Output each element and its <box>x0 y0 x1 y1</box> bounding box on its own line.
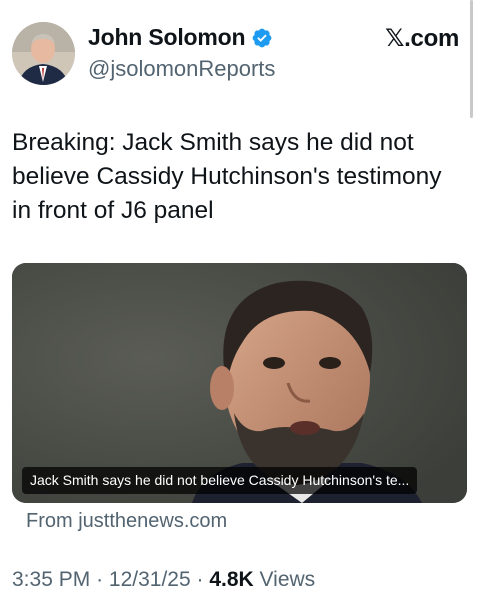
scrollbar[interactable] <box>470 0 473 118</box>
tweet-text: Breaking: Jack Smith says he did not bel… <box>12 129 442 224</box>
meta-separator: · <box>196 568 204 591</box>
tweet-date[interactable]: 12/31/25 <box>109 568 191 591</box>
link-card[interactable]: Jack Smith says he did not believe Cassi… <box>12 263 467 503</box>
meta-separator: · <box>96 568 104 591</box>
link-card-caption: Jack Smith says he did not believe Cassi… <box>22 467 418 494</box>
tweet-time[interactable]: 3:35 PM <box>12 568 90 591</box>
tweet-meta: 3:35 PM · 12/31/25 · 4.8K Views <box>12 568 315 592</box>
avatar[interactable] <box>12 22 75 85</box>
views-count[interactable]: 4.8K <box>209 568 253 591</box>
display-name[interactable]: John Solomon <box>88 24 246 51</box>
tweet-header: John Solomon @jsolomonReports 𝕏.com <box>12 22 467 92</box>
verified-badge-icon <box>252 28 272 47</box>
views-label: Views <box>259 568 316 591</box>
link-source[interactable]: From justthenews.com <box>26 510 227 533</box>
x-logo: 𝕏.com <box>385 25 459 52</box>
avatar-image <box>12 22 75 85</box>
user-handle[interactable]: @jsolomonReports <box>88 56 275 82</box>
name-row[interactable]: John Solomon <box>88 24 273 51</box>
